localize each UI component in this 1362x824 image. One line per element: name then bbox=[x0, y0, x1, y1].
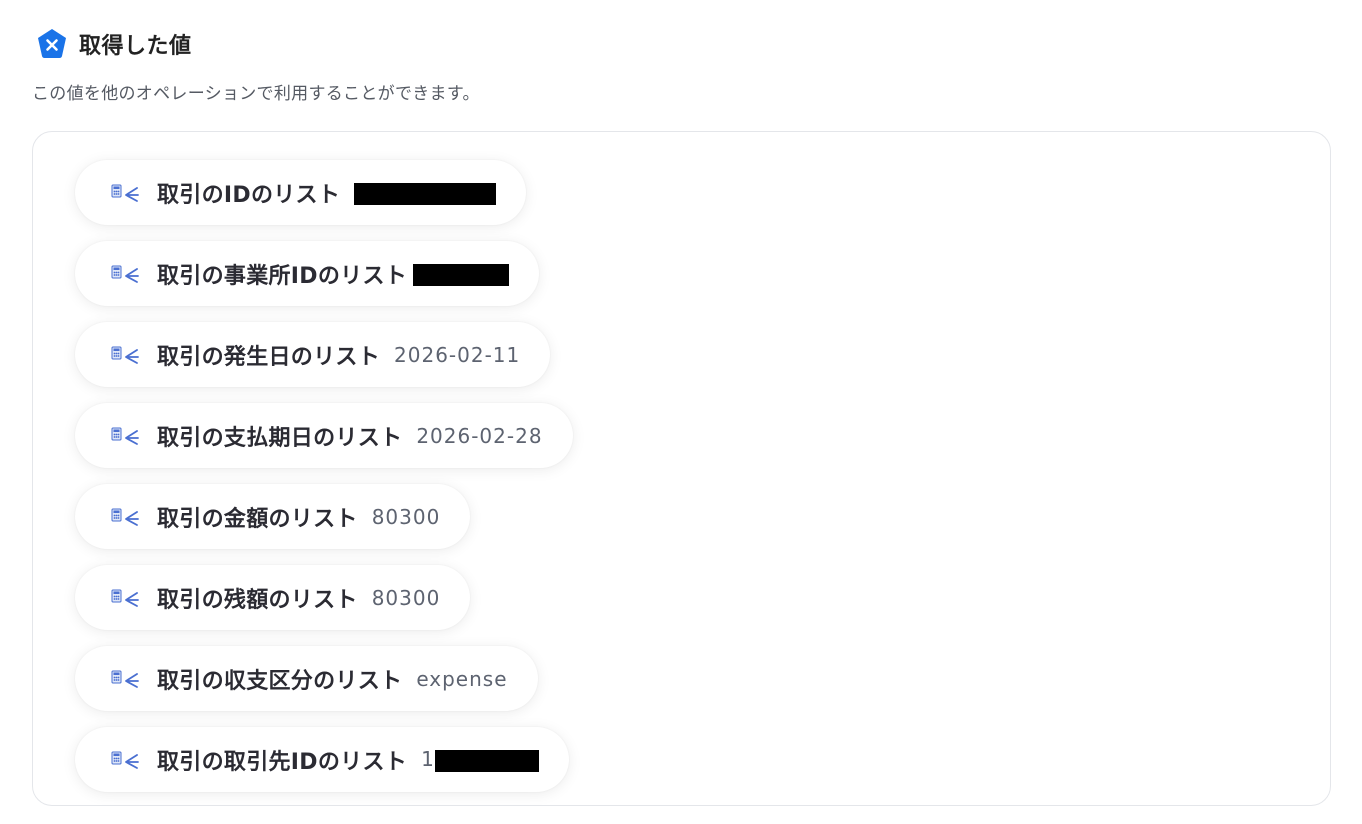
calculator-arrow-icon bbox=[111, 184, 139, 202]
value-text bbox=[413, 261, 510, 286]
value-label: 取引のIDのリスト bbox=[157, 182, 341, 208]
calculator-arrow-icon bbox=[111, 589, 139, 607]
value-chip-partner-ids[interactable]: 取引の取引先IDのリスト 1 bbox=[75, 727, 569, 792]
value-chip-due-dates[interactable]: 取引の支払期日のリスト 2026-02-28 bbox=[75, 403, 573, 468]
value-text bbox=[354, 180, 497, 205]
value-label: 取引の金額のリスト bbox=[157, 506, 358, 532]
value-chip-transaction-ids[interactable]: 取引のIDのリスト bbox=[75, 160, 527, 225]
calculator-arrow-icon bbox=[111, 508, 139, 526]
value-chip-office-ids[interactable]: 取引の事業所IDのリスト bbox=[75, 241, 540, 306]
value-label: 取引の支払期日のリスト bbox=[157, 425, 403, 451]
calculator-arrow-icon bbox=[111, 670, 139, 688]
value-label: 取引の残額のリスト bbox=[157, 587, 358, 613]
value-chip-balances[interactable]: 取引の残額のリスト 80300 bbox=[75, 565, 471, 630]
value-text: 80300 bbox=[371, 585, 441, 610]
value-chip-issue-dates[interactable]: 取引の発生日のリスト 2026-02-11 bbox=[75, 322, 551, 387]
value-chip-amounts[interactable]: 取引の金額のリスト 80300 bbox=[75, 484, 471, 549]
calculator-arrow-icon bbox=[111, 427, 139, 445]
calculator-arrow-icon bbox=[111, 265, 139, 283]
calculator-arrow-icon bbox=[111, 751, 139, 769]
section-header: 取得した値 bbox=[35, 27, 192, 61]
redacted-block bbox=[434, 749, 539, 772]
value-label: 取引の取引先IDのリスト bbox=[157, 749, 408, 775]
section-description: この値を他のオペレーションで利用することができます。 bbox=[32, 84, 480, 104]
value-text: 2026-02-11 bbox=[394, 342, 521, 367]
value-label: 取引の発生日のリスト bbox=[157, 344, 381, 370]
value-text: 80300 bbox=[371, 504, 441, 529]
value-text: expense bbox=[416, 666, 508, 691]
redacted-block bbox=[413, 263, 510, 286]
value-label: 取引の収支区分のリスト bbox=[157, 668, 403, 694]
value-chip-income-expense-type[interactable]: 取引の収支区分のリスト expense bbox=[75, 646, 538, 711]
value-visible-prefix: 1 bbox=[421, 747, 435, 772]
value-text: 1 bbox=[421, 747, 539, 772]
section-title: 取得した値 bbox=[79, 34, 192, 59]
value-label: 取引の事業所IDのリスト bbox=[157, 263, 408, 289]
redacted-block bbox=[354, 182, 497, 205]
calculator-arrow-icon bbox=[111, 346, 139, 364]
app-logo-icon bbox=[38, 29, 66, 58]
value-text: 2026-02-28 bbox=[416, 423, 543, 448]
